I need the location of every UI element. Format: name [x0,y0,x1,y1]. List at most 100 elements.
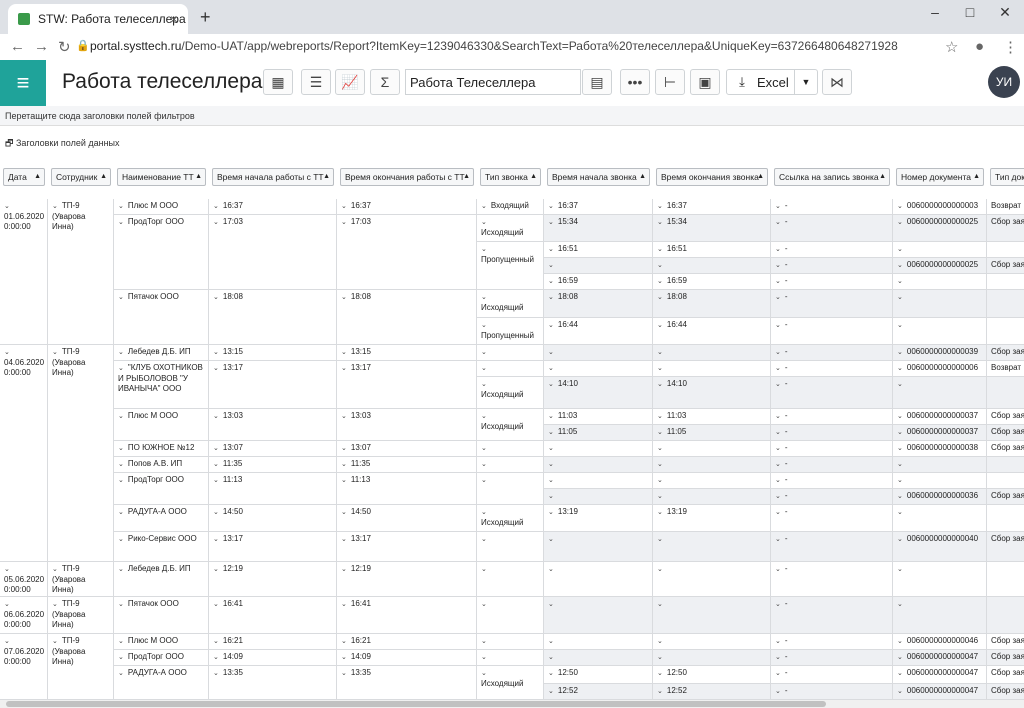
expand-chevron-icon[interactable]: ⌄ [897,429,903,436]
document-number-cell[interactable]: ⌄ [893,274,987,290]
employee-cell[interactable]: ⌄ ТП-9 (Уварова Инна) [48,634,114,700]
excel-export-button[interactable]: ⤓ Excel ▼ [726,69,818,95]
expand-chevron-icon[interactable]: ⌄ [897,477,903,484]
store-name-cell[interactable]: ⌄ ПродТорг ООО [114,473,209,505]
expand-chevron-icon[interactable]: ⌄ [897,278,903,285]
recording-link-cell[interactable]: ⌄ - [771,634,893,650]
expand-chevron-icon[interactable]: ⌄ [481,477,487,484]
expand-chevron-icon[interactable]: ⌄ [118,601,124,608]
expand-chevron-icon[interactable]: ⌄ [118,566,124,573]
expand-chevron-icon[interactable]: ⌄ [481,381,487,388]
expand-chevron-icon[interactable]: ⌄ [341,601,347,608]
recording-link-cell[interactable]: ⌄ - [771,199,893,215]
expand-chevron-icon[interactable]: ⌄ [548,688,554,695]
recording-link[interactable]: - [785,507,788,516]
recording-link-cell[interactable]: ⌄ - [771,532,893,562]
recording-link-cell[interactable]: ⌄ - [771,242,893,258]
date-cell[interactable]: ⌄ 04.06.2020 0:00:00 [0,345,48,562]
recording-link[interactable]: - [785,652,788,661]
document-number-cell[interactable]: ⌄ 0060000000000040 [893,532,987,562]
store-name-cell[interactable]: ⌄ Рико-Сервис ООО [114,532,209,562]
expand-chevron-icon[interactable]: ⌄ [341,638,347,645]
column-header[interactable]: Дата ▲ [3,168,45,186]
expand-chevron-icon[interactable]: ⌄ [775,670,781,677]
expand-chevron-icon[interactable]: ⌄ [897,349,903,356]
recording-link-cell[interactable]: ⌄ - [771,258,893,274]
store-name-cell[interactable]: ⌄ РАДУГА-А ООО [114,505,209,532]
maximize-icon[interactable]: □ [955,4,985,20]
recording-link-cell[interactable]: ⌄ - [771,489,893,505]
recording-link[interactable]: - [785,244,788,253]
store-name-cell[interactable]: ⌄ РАДУГА-А ООО [114,666,209,700]
call-type-cell[interactable]: ⌄ [477,562,544,597]
report-name-field[interactable]: Работа Телеселлера [405,69,581,95]
recording-link[interactable]: - [785,347,788,356]
call-type-cell[interactable]: ⌄ [477,361,544,377]
expand-chevron-icon[interactable]: ⌄ [341,294,347,301]
store-name-cell[interactable]: ⌄ Пятачок ООО [114,290,209,345]
document-number-cell[interactable]: ⌄ 0060000000000046 [893,634,987,650]
expand-chevron-icon[interactable]: ⌄ [897,294,903,301]
expand-chevron-icon[interactable]: ⌄ [341,654,347,661]
store-name-cell[interactable]: ⌄ Пятачок ООО [114,597,209,634]
sum-icon[interactable]: Σ [370,69,400,95]
date-cell[interactable]: ⌄ 05.06.2020 0:00:00 [0,562,48,597]
filter-drop-zone[interactable]: Перетащите сюда заголовки полей фильтров [0,106,1024,126]
document-number-cell[interactable]: ⌄ [893,457,987,473]
recording-link-cell[interactable]: ⌄ - [771,215,893,242]
expand-chevron-icon[interactable]: ⌄ [657,638,663,645]
expand-chevron-icon[interactable]: ⌄ [775,688,781,695]
recording-link[interactable]: - [785,686,788,695]
expand-chevron-icon[interactable]: ⌄ [118,536,124,543]
expand-chevron-icon[interactable]: ⌄ [657,477,663,484]
expand-chevron-icon[interactable]: ⌄ [548,654,554,661]
expand-chevron-icon[interactable]: ⌄ [341,365,347,372]
document-number-cell[interactable]: ⌄ 0060000000000025 [893,215,987,242]
expand-chevron-icon[interactable]: ⌄ [897,365,903,372]
expand-chevron-icon[interactable]: ⌄ [118,219,124,226]
document-number-cell[interactable]: ⌄ 0060000000000047 [893,650,987,666]
data-fields-area[interactable]: 🗗 Заголовки полей данных [5,136,120,152]
expand-chevron-icon[interactable]: ⌄ [548,262,554,269]
expand-chevron-icon[interactable]: ⌄ [897,203,903,210]
recording-link[interactable]: - [785,534,788,543]
share-icon[interactable]: ⋈ [822,69,852,95]
recording-link[interactable]: - [785,443,788,452]
expand-chevron-icon[interactable]: ⌄ [118,509,124,516]
expand-chevron-icon[interactable]: ⌄ [775,566,781,573]
call-type-cell[interactable]: ⌄ Пропущенный [477,318,544,345]
expand-chevron-icon[interactable]: ⌄ [897,670,903,677]
recording-link-cell[interactable]: ⌄ - [771,290,893,318]
expand-chevron-icon[interactable]: ⌄ [657,322,663,329]
back-icon[interactable]: ← [10,38,25,55]
expand-chevron-icon[interactable]: ⌄ [481,654,487,661]
document-number-cell[interactable]: ⌄ [893,473,987,489]
expand-chevron-icon[interactable]: ⌄ [897,381,903,388]
sort-asc-icon[interactable]: ▲ [757,169,764,185]
expand-chevron-icon[interactable]: ⌄ [775,349,781,356]
expand-chevron-icon[interactable]: ⌄ [481,670,487,677]
column-header[interactable]: Сотрудник ▲ [51,168,111,186]
call-type-cell[interactable]: ⌄ [477,532,544,562]
recording-link-cell[interactable]: ⌄ - [771,597,893,634]
expand-chevron-icon[interactable]: ⌄ [213,461,219,468]
column-header[interactable]: Тип звонка ▲ [480,168,541,186]
expand-chevron-icon[interactable]: ⌄ [657,429,663,436]
date-cell[interactable]: ⌄ 06.06.2020 0:00:00 [0,597,48,634]
column-header[interactable]: Тип док▲ [990,168,1024,186]
sort-asc-icon[interactable]: ▲ [34,169,41,185]
document-number-cell[interactable]: ⌄ [893,562,987,597]
expand-chevron-icon[interactable]: ⌄ [548,536,554,543]
recording-link[interactable]: - [785,491,788,500]
recording-link[interactable]: - [785,475,788,484]
hierarchy-icon[interactable]: ⊢ [655,69,685,95]
recording-link-cell[interactable]: ⌄ - [771,345,893,361]
expand-chevron-icon[interactable]: ⌄ [657,413,663,420]
expand-chevron-icon[interactable]: ⌄ [213,638,219,645]
expand-chevron-icon[interactable]: ⌄ [657,536,663,543]
expand-chevron-icon[interactable]: ⌄ [548,246,554,253]
expand-chevron-icon[interactable]: ⌄ [657,219,663,226]
expand-chevron-icon[interactable]: ⌄ [118,461,124,468]
expand-chevron-icon[interactable]: ⌄ [775,461,781,468]
expand-chevron-icon[interactable]: ⌄ [548,670,554,677]
